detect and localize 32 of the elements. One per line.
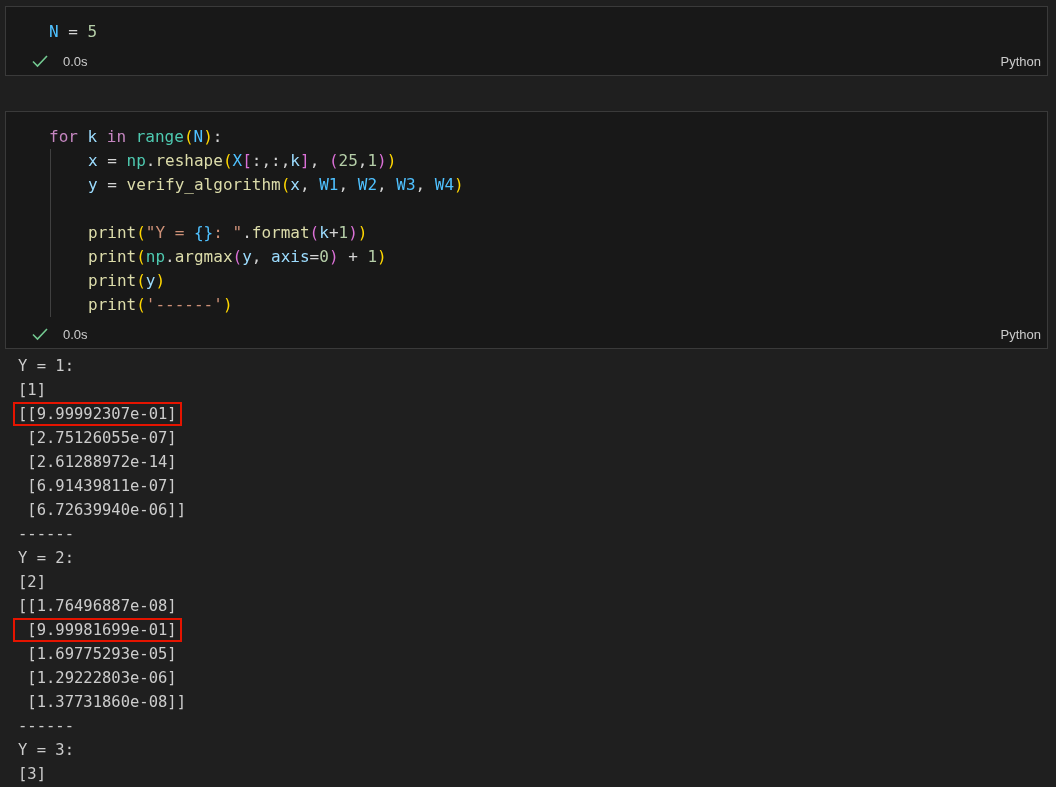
- code-cell[interactable]: N = 5 0.0s Python: [5, 6, 1048, 76]
- code-line: y = verify_algorithm(x, W1, W2, W3, W4): [50, 173, 1047, 197]
- output-line: [2.75126055e-07]: [26, 429, 178, 447]
- output-line: [1]: [17, 381, 47, 399]
- output-line: [9.99981699e-01]: [16, 621, 179, 639]
- code-cell[interactable]: for k in range(N): x = np.reshape(X[:,:,k], (25,1)) y = verify_algorithm(x, W1, W2, W3, W4) print("Y = {}: ".format(k+1)) print(np.argmax(y, axis=0) + 1) print(y) print('------') 0.0s Python: [5, 111, 1048, 349]
- output-line: [1.29222803e-06]: [26, 669, 178, 687]
- code-line: for k in range(N):: [49, 126, 224, 148]
- code-line: N = 5: [49, 21, 99, 43]
- output-line: Y = 1:: [17, 357, 75, 375]
- code-line: print('------'): [50, 293, 1047, 317]
- execution-time: 0.0s: [63, 326, 88, 342]
- output-line: [2]: [17, 573, 47, 591]
- output-line: [1.69775293e-05]: [26, 645, 178, 663]
- output-line: ------: [17, 525, 75, 543]
- language-label[interactable]: Python: [1000, 326, 1041, 342]
- output-line: [1.37731860e-08]]: [26, 693, 187, 711]
- execution-time: 0.0s: [63, 53, 88, 69]
- output-line: [2.61288972e-14]: [26, 453, 178, 471]
- output-line: [3]: [17, 765, 47, 783]
- code-line: print(np.argmax(y, axis=0) + 1): [50, 245, 1047, 269]
- output-line: Y = 2:: [17, 549, 75, 567]
- output-line: [6.91439811e-07]: [26, 477, 178, 495]
- output-line: [[9.99992307e-01]: [16, 405, 179, 423]
- output-line: [[1.76496887e-08]: [17, 597, 178, 615]
- code-line: x = np.reshape(X[:,:,k], (25,1)): [50, 149, 1047, 173]
- code-line: print("Y = {}: ".format(k+1)): [50, 221, 1047, 245]
- output-line: Y = 3:: [17, 741, 75, 759]
- output-line: [6.72639940e-06]]: [26, 501, 187, 519]
- output-line: ------: [17, 717, 75, 735]
- code-line: print(y): [50, 269, 1047, 293]
- language-label[interactable]: Python: [1000, 53, 1041, 69]
